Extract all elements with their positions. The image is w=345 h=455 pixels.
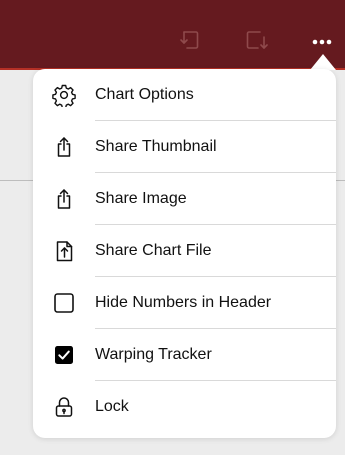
top-toolbar [0,0,345,70]
popover-arrow [310,54,336,70]
checkbox-checked-icon[interactable] [51,342,77,368]
menu-item-lock[interactable]: Lock [33,381,336,433]
more-icon[interactable] [309,34,339,45]
share-icon [51,186,77,212]
undo-icon[interactable] [177,28,201,52]
share-icon [51,134,77,160]
gear-icon [51,82,77,108]
share-file-icon [51,238,77,264]
checkbox-unchecked-icon[interactable] [51,290,77,316]
menu-item-share-thumbnail[interactable]: Share Thumbnail [33,121,336,173]
menu-item-share-chart-file[interactable]: Share Chart File [33,225,336,277]
redo-icon[interactable] [244,28,268,52]
menu-item-label: Lock [95,398,129,415]
menu-item-label: Chart Options [95,86,194,103]
menu-item-label: Share Image [95,190,187,207]
menu-item-label: Share Chart File [95,242,212,259]
menu-item-label: Share Thumbnail [95,138,217,155]
menu-item-label: Warping Tracker [95,346,212,363]
menu-item-hide-numbers-in-header[interactable]: Hide Numbers in Header [33,277,336,329]
menu-item-chart-options[interactable]: Chart Options [33,69,336,121]
menu-item-label: Hide Numbers in Header [95,294,272,311]
lock-icon [51,394,77,420]
chart-menu-popover: Chart Options Share Thumbnail Share Imag… [33,69,336,438]
menu-item-warping-tracker[interactable]: Warping Tracker [33,329,336,381]
menu-item-share-image[interactable]: Share Image [33,173,336,225]
